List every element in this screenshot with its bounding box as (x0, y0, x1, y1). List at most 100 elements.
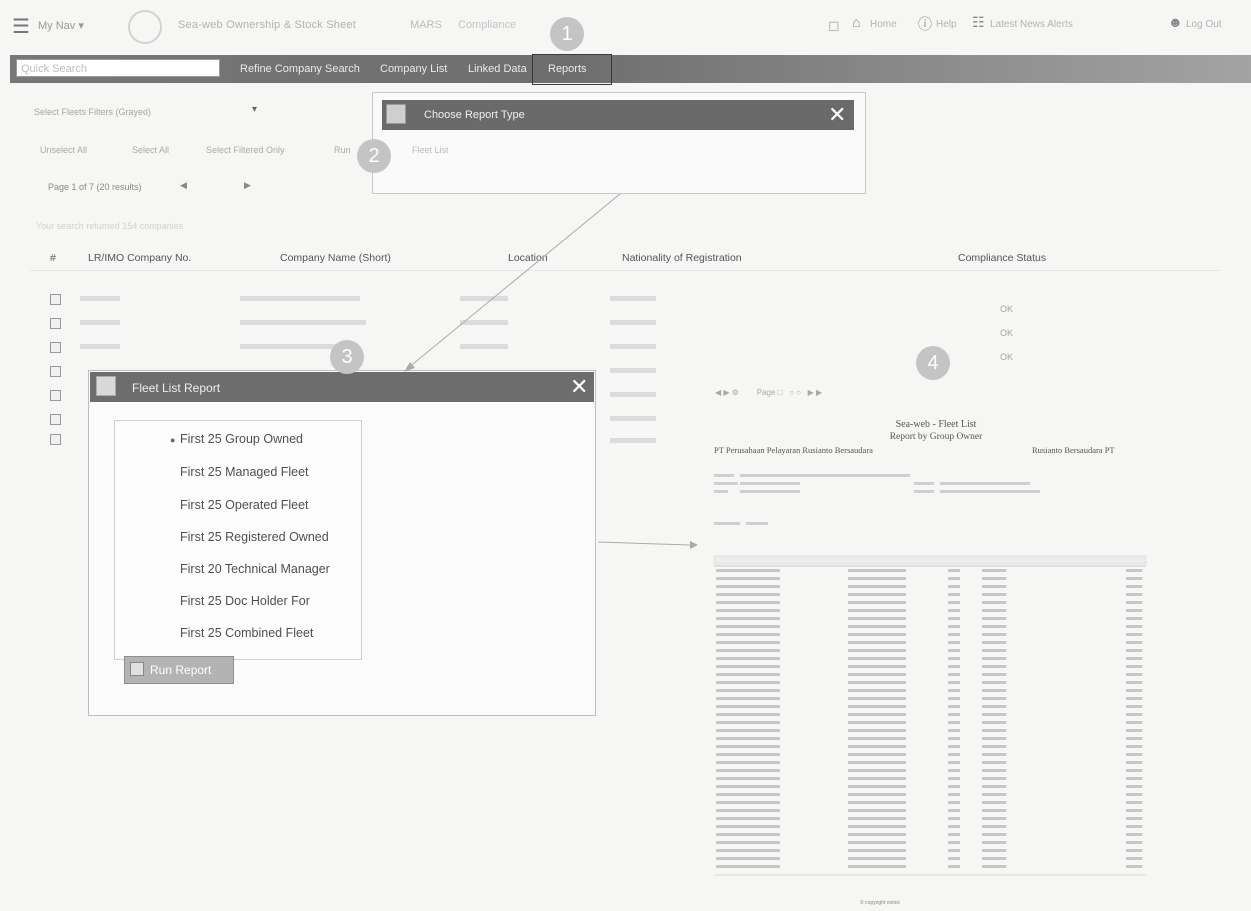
report-row-cell (848, 657, 906, 660)
report-row-cell (848, 809, 906, 812)
report-row-cell (982, 865, 1006, 868)
report-row-cell (982, 569, 1006, 572)
report-row-cell (848, 609, 906, 612)
report-row-cell (1126, 601, 1142, 604)
report-row-cell (1126, 713, 1142, 716)
report-row-cell (848, 865, 906, 868)
report-row-cell (848, 761, 906, 764)
report-row-cell (948, 681, 960, 684)
report-row-cell (848, 585, 906, 588)
report-row-cell (982, 665, 1006, 668)
report-row-cell (1126, 729, 1142, 732)
step-badge-1: 1 (550, 17, 584, 51)
report-row-cell (1126, 641, 1142, 644)
report-row-cell (1126, 865, 1142, 868)
step-badge-4: 4 (916, 346, 950, 380)
report-row-cell (948, 817, 960, 820)
report-row-cell (948, 617, 960, 620)
report-row-cell (716, 745, 780, 748)
report-row-cell (848, 833, 906, 836)
report-row-cell (948, 697, 960, 700)
report-row-cell (948, 785, 960, 788)
report-row-cell (716, 585, 780, 588)
report-row-cell (1126, 777, 1142, 780)
report-row-cell (1126, 649, 1142, 652)
report-row-cell (948, 585, 960, 588)
report-row-cell (716, 841, 780, 844)
report-row-cell (716, 689, 780, 692)
report-row-cell (848, 601, 906, 604)
report-row-cell (848, 737, 906, 740)
report-row-cell (716, 833, 780, 836)
report-row-cell (716, 857, 780, 860)
report-row-cell (948, 569, 960, 572)
report-row-cell (716, 577, 780, 580)
report-row-cell (982, 841, 1006, 844)
report-row-cell (848, 649, 906, 652)
report-row-cell (982, 825, 1006, 828)
report-row-cell (982, 849, 1006, 852)
report-row-cell (982, 681, 1006, 684)
report-row-cell (1126, 793, 1142, 796)
report-row-cell (1126, 817, 1142, 820)
report-row-cell (1126, 673, 1142, 676)
report-row-cell (948, 633, 960, 636)
report-row-cell (982, 785, 1006, 788)
report-row-cell (1126, 569, 1142, 572)
report-row-cell (1126, 737, 1142, 740)
report-row-cell (1126, 753, 1142, 756)
step-badge-3: 3 (330, 340, 364, 374)
report-row-cell (982, 649, 1006, 652)
report-row-cell (1126, 809, 1142, 812)
report-row-cell (948, 609, 960, 612)
report-row-cell (716, 825, 780, 828)
report-row-cell (948, 825, 960, 828)
report-row-cell (716, 849, 780, 852)
report-row-cell (1126, 657, 1142, 660)
report-row-cell (982, 673, 1006, 676)
report-row-cell (848, 713, 906, 716)
report-row-cell (848, 633, 906, 636)
report-row-cell (948, 721, 960, 724)
report-row-cell (1126, 833, 1142, 836)
report-row-cell (716, 617, 780, 620)
report-row-cell (716, 721, 780, 724)
report-row-cell (848, 841, 906, 844)
report-row-cell (716, 697, 780, 700)
report-row-cell (948, 849, 960, 852)
report-row-cell (1126, 857, 1142, 860)
report-row-cell (716, 753, 780, 756)
report-row-cell (716, 777, 780, 780)
report-row-cell (948, 593, 960, 596)
report-row-cell (716, 569, 780, 572)
report-row-cell (948, 729, 960, 732)
report-row-cell (982, 809, 1006, 812)
report-row-cell (848, 825, 906, 828)
report-row-cell (1126, 761, 1142, 764)
report-row-cell (848, 785, 906, 788)
report-row-cell (982, 777, 1006, 780)
report-row-cell (848, 793, 906, 796)
report-row-cell (716, 761, 780, 764)
report-row-cell (948, 753, 960, 756)
report-row-cell (948, 737, 960, 740)
report-row-cell (716, 817, 780, 820)
report-row-cell (982, 705, 1006, 708)
report-row-cell (982, 617, 1006, 620)
report-row-cell (948, 625, 960, 628)
report-row-cell (982, 593, 1006, 596)
report-row-cell (1126, 665, 1142, 668)
report-row-cell (716, 729, 780, 732)
report-row-cell (716, 865, 780, 868)
report-row-cell (716, 673, 780, 676)
report-row-cell (982, 689, 1006, 692)
report-row-cell (1126, 689, 1142, 692)
report-row-cell (948, 833, 960, 836)
report-row-cell (848, 753, 906, 756)
report-row-cell (982, 753, 1006, 756)
report-row-cell (716, 625, 780, 628)
report-row-cell (848, 705, 906, 708)
report-row-cell (1126, 681, 1142, 684)
report-row-cell (716, 657, 780, 660)
report-document (404, 193, 1147, 876)
